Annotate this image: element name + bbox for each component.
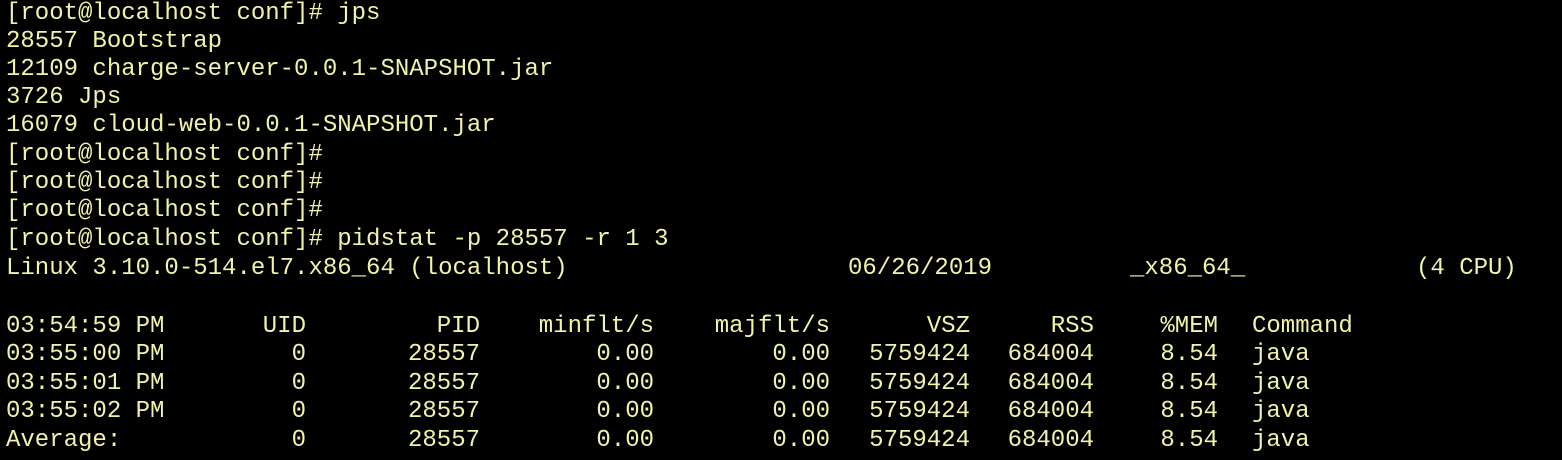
cell-vsz: 5759424 <box>869 398 970 425</box>
cell-pid: 28557 <box>407 427 480 454</box>
cell-pid: 28557 <box>407 341 480 368</box>
cell-pid: 28557 <box>407 370 480 397</box>
cell-command: java <box>1252 427 1310 454</box>
cell-pid: 28557 <box>407 398 480 425</box>
header-majflt: majflt/s <box>714 313 830 340</box>
cell-majflt: 0.00 <box>772 341 830 368</box>
cell-mem: 8.54 <box>1160 370 1218 397</box>
cell-uid: 0 <box>291 370 306 397</box>
header-time: 03:54:59 PM <box>6 313 165 340</box>
header-command: Command <box>1252 313 1353 340</box>
cell-command: java <box>1252 370 1310 397</box>
terminal-line-prompt: [root@localhost conf]# <box>6 197 323 224</box>
pidstat-average-row: Average: 0 28557 0.00 0.00 5759424 68400… <box>6 427 1556 455</box>
header-pid: PID <box>436 313 480 340</box>
pidstat-sysinfo-line: Linux 3.10.0-514.el7.x86_64 (localhost) … <box>6 255 1556 283</box>
terminal-line-jps-output: 28557 Bootstrap <box>6 28 223 55</box>
cell-time: 03:55:00 PM <box>6 341 165 368</box>
cell-time: 03:55:01 PM <box>6 370 165 397</box>
terminal-line-jps-output: 12109 charge-server-0.0.1-SNAPSHOT.jar <box>6 56 554 83</box>
sysinfo-date: 06/26/2019 <box>848 255 993 282</box>
terminal-line-jps-output: 3726 Jps <box>6 84 122 111</box>
cell-minflt: 0.00 <box>596 341 654 368</box>
cell-uid: 0 <box>291 398 306 425</box>
sysinfo-arch: _x86_64_ <box>1130 255 1246 282</box>
cell-rss: 684004 <box>1007 370 1094 397</box>
pidstat-data-row: 03:55:01 PM 0 28557 0.00 0.00 5759424 68… <box>6 370 1556 398</box>
cell-majflt: 0.00 <box>772 370 830 397</box>
terminal-line-prompt: [root@localhost conf]# <box>6 141 323 168</box>
terminal-line-jps-command: [root@localhost conf]# jps <box>6 0 381 27</box>
cell-uid: 0 <box>291 341 306 368</box>
cell-mem: 8.54 <box>1160 341 1218 368</box>
cell-vsz: 5759424 <box>869 370 970 397</box>
header-rss: RSS <box>1050 313 1094 340</box>
terminal-window[interactable]: [root@localhost conf]# jps 28557 Bootstr… <box>0 0 1562 460</box>
cell-rss: 684004 <box>1007 427 1094 454</box>
pidstat-data-row: 03:55:02 PM 0 28557 0.00 0.00 5759424 68… <box>6 398 1556 426</box>
header-mem: %MEM <box>1160 313 1218 340</box>
pidstat-data-row: 03:55:00 PM 0 28557 0.00 0.00 5759424 68… <box>6 341 1556 369</box>
terminal-line-jps-output: 16079 cloud-web-0.0.1-SNAPSHOT.jar <box>6 112 496 139</box>
cell-majflt: 0.00 <box>772 427 830 454</box>
cell-time: Average: <box>6 427 122 454</box>
cell-rss: 684004 <box>1007 398 1094 425</box>
header-vsz: VSZ <box>926 313 970 340</box>
cell-time: 03:55:02 PM <box>6 398 165 425</box>
sysinfo-kernel: Linux 3.10.0-514.el7.x86_64 (localhost) <box>6 255 568 282</box>
cell-minflt: 0.00 <box>596 370 654 397</box>
sysinfo-cpu: (4 CPU) <box>1416 255 1517 282</box>
cell-mem: 8.54 <box>1160 398 1218 425</box>
cell-minflt: 0.00 <box>596 427 654 454</box>
cell-vsz: 5759424 <box>869 341 970 368</box>
cell-mem: 8.54 <box>1160 427 1218 454</box>
cell-command: java <box>1252 398 1310 425</box>
header-uid: UID <box>262 313 306 340</box>
cell-vsz: 5759424 <box>869 427 970 454</box>
pidstat-header-row: 03:54:59 PM UID PID minflt/s majflt/s VS… <box>6 313 1556 341</box>
header-minflt: minflt/s <box>538 313 654 340</box>
cell-rss: 684004 <box>1007 341 1094 368</box>
cell-uid: 0 <box>291 427 306 454</box>
cell-command: java <box>1252 341 1310 368</box>
cell-majflt: 0.00 <box>772 398 830 425</box>
terminal-line-pidstat-command: [root@localhost conf]# pidstat -p 28557 … <box>6 226 669 253</box>
terminal-line-prompt: [root@localhost conf]# <box>6 169 323 196</box>
cell-minflt: 0.00 <box>596 398 654 425</box>
